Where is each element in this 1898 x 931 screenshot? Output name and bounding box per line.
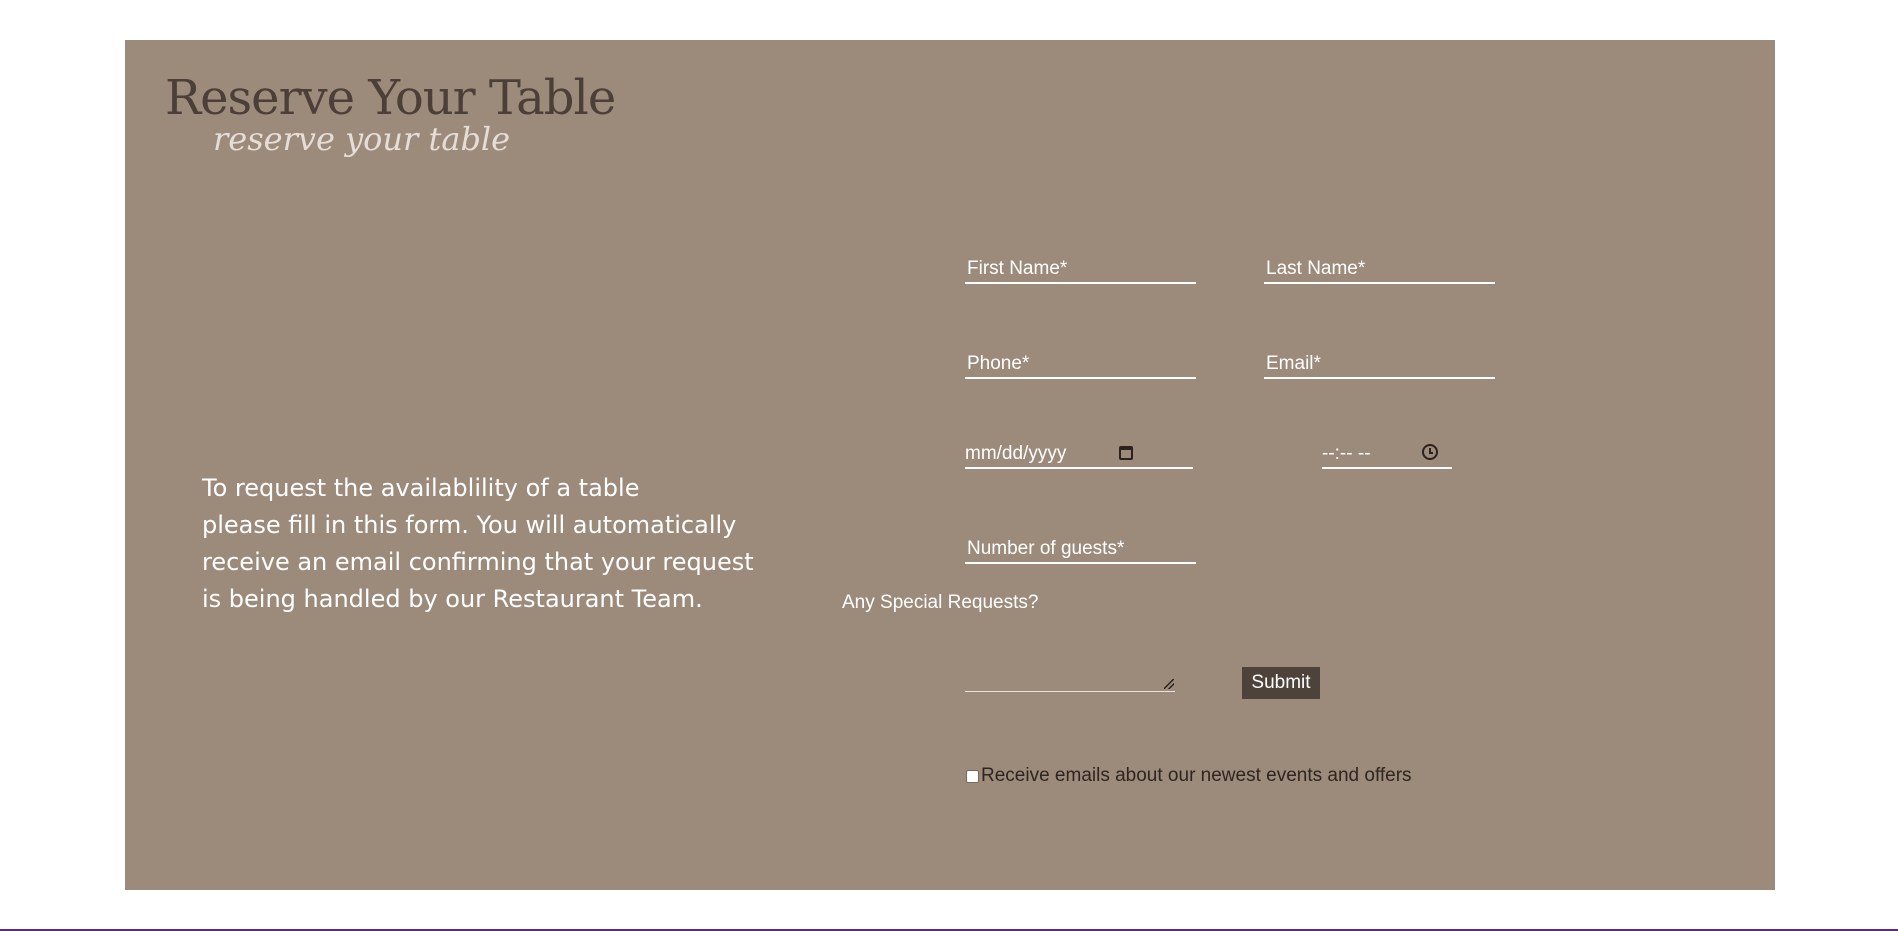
special-requests-textarea[interactable] (965, 660, 1175, 692)
submit-button[interactable]: Submit (1242, 667, 1320, 699)
guests-placeholder: Number of guests* (967, 538, 1125, 559)
date-field[interactable]: mm/dd/yyyy (965, 435, 1193, 469)
resize-handle-icon[interactable] (1164, 679, 1174, 689)
intro-line: receive an email confirming that your re… (202, 548, 754, 576)
optin-checkbox[interactable] (966, 769, 979, 783)
last-name-field[interactable]: Last Name* (1264, 250, 1495, 284)
calendar-icon[interactable] (1119, 446, 1133, 460)
phone-placeholder: Phone* (967, 353, 1030, 374)
optin-label[interactable]: Receive emails about our newest events a… (981, 765, 1412, 787)
reservation-panel: Reserve Your Table reserve your table To… (125, 40, 1775, 890)
first-name-field[interactable]: First Name* (965, 250, 1196, 284)
script-subtitle: reserve your table (213, 120, 511, 158)
date-value: mm/dd/yyyy (965, 443, 1067, 464)
page: Reserve Your Table reserve your table To… (0, 0, 1898, 931)
email-field[interactable]: Email* (1264, 345, 1495, 379)
title-block: Reserve Your Table reserve your table (165, 60, 685, 180)
intro-line: To request the availablility of a table (202, 474, 640, 502)
time-value: --:-- -- (1322, 443, 1371, 464)
first-name-placeholder: First Name* (967, 258, 1068, 279)
intro-text: To request the availablility of a table … (202, 470, 802, 618)
guests-field[interactable]: Number of guests* (965, 530, 1196, 564)
clock-icon[interactable] (1422, 444, 1438, 460)
intro-line: please fill in this form. You will autom… (202, 511, 737, 539)
intro-line: is being handled by our Restaurant Team. (202, 585, 703, 613)
special-requests-label: Any Special Requests? (842, 592, 1039, 613)
email-optin: Receive emails about our newest events a… (966, 765, 1412, 787)
last-name-placeholder: Last Name* (1266, 258, 1366, 279)
page-title: Reserve Your Table (165, 70, 616, 126)
email-placeholder: Email* (1266, 353, 1321, 374)
phone-field[interactable]: Phone* (965, 345, 1196, 379)
time-field[interactable]: --:-- -- (1322, 435, 1452, 469)
